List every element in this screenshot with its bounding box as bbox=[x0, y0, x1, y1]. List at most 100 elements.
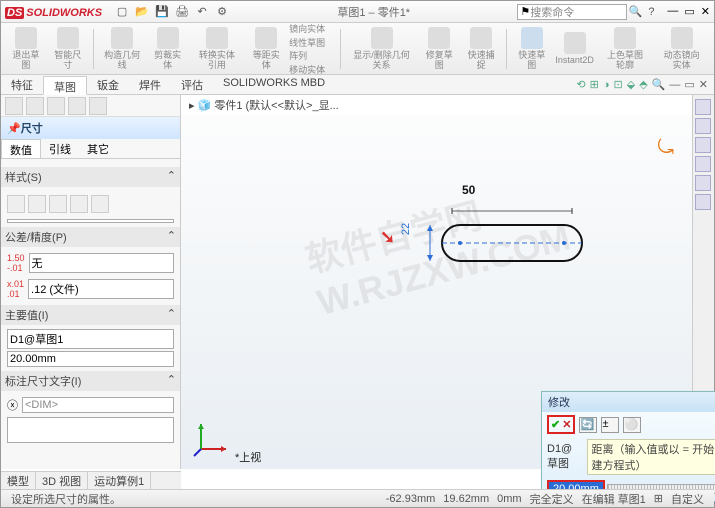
status-units-icon[interactable]: ⊞ bbox=[654, 492, 663, 505]
primary-name-field[interactable]: D1@草图1 bbox=[7, 329, 174, 349]
qat-undo-icon[interactable]: ↶ bbox=[194, 4, 210, 20]
exit-sketch-button[interactable]: 退出草图 bbox=[7, 25, 45, 72]
precision-select[interactable]: .12 (文件) bbox=[28, 279, 174, 299]
confirm-corner-icon[interactable]: ⤿ bbox=[657, 137, 674, 160]
group-tolerance-header[interactable]: 公差/精度(P)⌃ bbox=[1, 227, 180, 247]
tab-motion-study[interactable]: 运动算例1 bbox=[88, 472, 151, 489]
move-entities-button[interactable]: 移动实体 bbox=[289, 63, 334, 76]
qat-options-icon[interactable]: ⚙ bbox=[214, 4, 230, 20]
sketch-slot-shape[interactable]: 50 22 ➘ bbox=[422, 205, 602, 278]
style-icon[interactable] bbox=[70, 195, 88, 213]
tab-sketch[interactable]: 草图 bbox=[43, 76, 87, 95]
qat-new-icon[interactable]: ▢ bbox=[114, 4, 130, 20]
maximize-button[interactable]: ▭ bbox=[684, 5, 694, 18]
convert-entities-button[interactable]: 转换实体引用 bbox=[191, 25, 244, 72]
quick-snaps-button[interactable]: 快速捕捉 bbox=[462, 25, 500, 72]
dynamic-mirror-button[interactable]: 动态镜向实体 bbox=[655, 25, 708, 72]
subtab-leaders[interactable]: 引线 bbox=[41, 139, 79, 158]
linear-pattern-button[interactable]: 线性草图阵列 bbox=[289, 36, 334, 62]
offset-entities-button[interactable]: 等距实体 bbox=[247, 25, 285, 72]
subtab-value[interactable]: 数值 bbox=[1, 139, 41, 158]
qat-print-icon[interactable]: 🖨 bbox=[174, 4, 190, 20]
resources-icon[interactable] bbox=[695, 99, 711, 115]
show-relations-button[interactable]: 显示/删除几何关系 bbox=[347, 25, 417, 72]
design-library-icon[interactable] bbox=[695, 118, 711, 134]
repair-sketch-button[interactable]: 修复草图 bbox=[420, 25, 458, 72]
doc-close-icon[interactable]: ✕ bbox=[699, 78, 708, 91]
view-triad[interactable] bbox=[191, 419, 231, 459]
doc-restore-icon[interactable]: ▭ bbox=[684, 78, 694, 91]
appearances-icon[interactable] bbox=[695, 175, 711, 191]
mirror-entities-button[interactable]: 镜向实体 bbox=[289, 23, 334, 35]
instant2d-button[interactable]: Instant2D bbox=[555, 30, 595, 67]
view-icon[interactable]: ⊡ bbox=[614, 78, 623, 91]
options-icon[interactable]: ⚪ bbox=[623, 417, 641, 433]
tab-weldments[interactable]: 焊件 bbox=[129, 75, 171, 94]
dimension-vertical[interactable]: 22 bbox=[400, 223, 412, 235]
style-icon[interactable] bbox=[28, 195, 46, 213]
dimxpert-manager-icon[interactable] bbox=[68, 97, 86, 115]
qat-open-icon[interactable]: 📂 bbox=[134, 4, 150, 20]
status-custom[interactable]: 自定义 bbox=[671, 491, 704, 507]
group-dimtext-header[interactable]: 标注尺寸文字(I)⌃ bbox=[1, 371, 180, 391]
minimize-button[interactable]: — bbox=[667, 5, 678, 18]
view-icon[interactable]: ⬙ bbox=[627, 78, 635, 91]
cancel-button[interactable]: ✕ bbox=[562, 418, 571, 431]
style-icon[interactable] bbox=[91, 195, 109, 213]
file-explorer-icon[interactable] bbox=[695, 137, 711, 153]
custom-props-icon[interactable] bbox=[695, 194, 711, 210]
subtab-other[interactable]: 其它 bbox=[79, 139, 117, 158]
rapid-sketch-button[interactable]: 快速草图 bbox=[513, 25, 551, 72]
construction-line-button[interactable]: 构造几何线 bbox=[99, 25, 144, 72]
property-manager: 📌 尺寸 数值 引线 其它 样式(S)⌃ 公差/精度(P)⌃ 1.50-.01 … bbox=[1, 95, 181, 469]
tab-sheetmetal[interactable]: 钣金 bbox=[87, 75, 129, 94]
group-primary-header[interactable]: 主要值(I)⌃ bbox=[1, 305, 180, 325]
dimension-horizontal[interactable]: 50 bbox=[462, 183, 475, 197]
feature-manager-icon[interactable] bbox=[5, 97, 23, 115]
view-icon[interactable]: ⬘ bbox=[639, 78, 647, 91]
qat-save-icon[interactable]: 💾 bbox=[154, 4, 170, 20]
collapse-icon[interactable]: ⌃ bbox=[167, 229, 176, 245]
tab-features[interactable]: 特征 bbox=[1, 75, 43, 94]
close-button[interactable]: ✕ bbox=[701, 5, 710, 18]
pin-icon[interactable]: 📌 bbox=[7, 122, 21, 135]
smart-dimension-button[interactable]: 智能尺寸 bbox=[49, 25, 87, 72]
display-manager-icon[interactable] bbox=[89, 97, 107, 115]
tab-3dview[interactable]: 3D 视图 bbox=[36, 472, 88, 489]
style-select[interactable] bbox=[7, 219, 174, 223]
dimtext-field[interactable]: <DIM> bbox=[22, 397, 174, 413]
rebuild-icon[interactable]: 🔄 bbox=[579, 417, 597, 433]
search-glass-icon[interactable]: 🔍 bbox=[627, 4, 643, 20]
group-style-header[interactable]: 样式(S)⌃ bbox=[1, 167, 180, 187]
collapse-icon[interactable]: ⌃ bbox=[167, 307, 176, 323]
collapse-icon[interactable]: ⌃ bbox=[167, 169, 176, 185]
confirm-button[interactable]: ✔ bbox=[551, 418, 560, 431]
search-command-input[interactable]: ⚑ 搜索命令 bbox=[517, 4, 627, 20]
style-icon[interactable] bbox=[7, 195, 25, 213]
view-orientation-label: *上视 bbox=[235, 449, 261, 465]
tab-model[interactable]: 模型 bbox=[1, 472, 36, 489]
property-manager-icon[interactable] bbox=[26, 97, 44, 115]
view-palette-icon[interactable] bbox=[695, 156, 711, 172]
breadcrumb[interactable]: ▸ 🧊 零件1 (默认<<默认>_显... bbox=[181, 95, 692, 115]
tolerance-type-select[interactable]: 无 bbox=[29, 253, 174, 273]
doc-minimize-icon[interactable]: — bbox=[669, 79, 680, 91]
config-manager-icon[interactable] bbox=[47, 97, 65, 115]
tab-mbd[interactable]: SOLIDWORKS MBD bbox=[213, 75, 335, 94]
primary-value-field[interactable]: 20.00mm bbox=[7, 351, 174, 367]
shade-contour-button[interactable]: 上色草图轮廓 bbox=[599, 25, 652, 72]
view-icon[interactable]: ◑ bbox=[603, 79, 610, 91]
dimtext-extra-field[interactable] bbox=[7, 417, 174, 443]
style-icon[interactable] bbox=[49, 195, 67, 213]
help-icon[interactable]: ? bbox=[643, 4, 659, 20]
trim-entities-button[interactable]: 剪裁实体 bbox=[149, 25, 187, 72]
reverse-icon[interactable]: ± bbox=[601, 417, 619, 433]
collapse-icon[interactable]: ⌃ bbox=[167, 373, 176, 389]
view-icon[interactable]: ⟲ bbox=[576, 78, 585, 91]
tab-evaluate[interactable]: 评估 bbox=[171, 75, 213, 94]
view-icon[interactable]: ⊞ bbox=[590, 78, 599, 91]
view-toolbar: ⟲ ⊞ ◑ ⊡ ⬙ ⬘ 🔍 — ▭ ✕ bbox=[576, 75, 714, 94]
view-icon[interactable]: 🔍 bbox=[652, 78, 666, 91]
prec-prefix-icon: x.01.01 bbox=[7, 279, 24, 299]
graphics-viewport[interactable]: ▸ 🧊 零件1 (默认<<默认>_显... ⤿ 软件自学网 W.RJZXW.CO… bbox=[181, 95, 692, 469]
